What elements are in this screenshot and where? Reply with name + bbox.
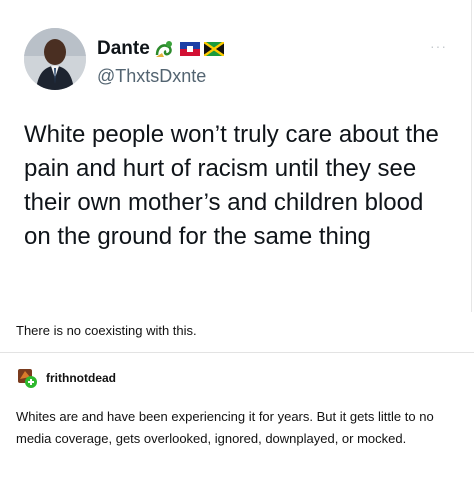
reply-avatar[interactable] <box>16 367 38 389</box>
reply-text: Whites are and have been experiencing it… <box>16 409 434 446</box>
name-row: Dante <box>97 38 224 60</box>
divider <box>0 352 474 353</box>
reply-username[interactable]: frithnotdead <box>46 371 116 385</box>
jamaica-flag-icon <box>203 42 224 56</box>
user-handle[interactable]: @ThxtsDxnte <box>97 66 206 87</box>
reply-header: frithnotdead <box>16 367 116 389</box>
avatar[interactable] <box>24 28 86 90</box>
dragon-icon <box>155 41 172 57</box>
display-name[interactable]: Dante <box>97 38 150 60</box>
tweet-text: White people won’t truly care about the … <box>24 121 439 250</box>
more-options-icon[interactable]: ··· <box>430 38 447 54</box>
person-avatar-icon <box>24 28 86 90</box>
post-caption: There is no coexisting with this. <box>16 323 197 338</box>
embedded-tweet-card: Dante @ThxtsDxnte ··· White people won’t… <box>0 0 472 312</box>
haiti-flag-icon <box>179 42 200 56</box>
user-avatar-icon <box>18 369 37 388</box>
